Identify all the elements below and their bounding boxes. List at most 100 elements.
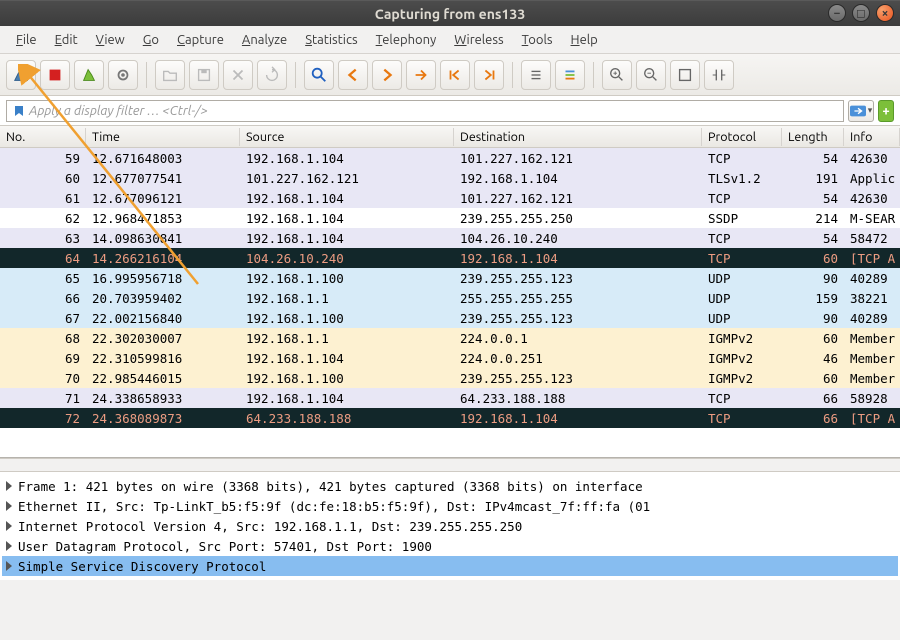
- packet-row[interactable]: 6516.995956718192.168.1.100239.255.255.1…: [0, 268, 900, 288]
- find-button[interactable]: [304, 60, 334, 90]
- detail-row[interactable]: Ethernet II, Src: Tp-LinkT_b5:f5:9f (dc:…: [2, 496, 898, 516]
- go-last-button[interactable]: [474, 60, 504, 90]
- col-header-source[interactable]: Source: [240, 128, 454, 146]
- go-to-packet-button[interactable]: [406, 60, 436, 90]
- first-icon: [446, 66, 464, 84]
- minimize-button[interactable]: −: [828, 4, 846, 22]
- resize-columns-button[interactable]: [704, 60, 734, 90]
- filter-add-button[interactable]: +: [878, 100, 894, 122]
- separator: [593, 62, 594, 88]
- chevron-right-icon: [378, 66, 396, 84]
- menubar: File Edit View Go Capture Analyze Statis…: [0, 26, 900, 54]
- zoom-in-icon: [608, 66, 626, 84]
- zoom-reset-icon: [676, 66, 694, 84]
- packet-row[interactable]: 5912.671648003192.168.1.104101.227.162.1…: [0, 148, 900, 168]
- col-header-destination[interactable]: Destination: [454, 128, 702, 146]
- autoscroll-icon: [527, 66, 545, 84]
- packet-row[interactable]: 6112.677096121192.168.1.104101.227.162.1…: [0, 188, 900, 208]
- gear-icon: [114, 66, 132, 84]
- menu-go[interactable]: Go: [135, 29, 167, 51]
- menu-telephony[interactable]: Telephony: [368, 29, 445, 51]
- go-forward-button[interactable]: [372, 60, 402, 90]
- detail-row[interactable]: Internet Protocol Version 4, Src: 192.16…: [2, 516, 898, 536]
- close-file-icon: [229, 66, 247, 84]
- resize-columns-icon: [710, 66, 728, 84]
- window-controls: − ◻ ×: [828, 4, 894, 22]
- packet-row[interactable]: 7022.985446015192.168.1.100239.255.255.1…: [0, 368, 900, 388]
- packet-row[interactable]: 6414.266216104104.26.10.240192.168.1.104…: [0, 248, 900, 268]
- titlebar: Capturing from ens133 − ◻ ×: [0, 0, 900, 26]
- colorize-icon: [561, 66, 579, 84]
- col-header-length[interactable]: Length: [782, 128, 844, 146]
- filter-expression-button[interactable]: ▾: [848, 100, 874, 122]
- stop-capture-button[interactable]: [40, 60, 70, 90]
- reload-icon: [263, 66, 281, 84]
- detail-row[interactable]: User Datagram Protocol, Src Port: 57401,…: [2, 536, 898, 556]
- menu-help[interactable]: Help: [563, 29, 606, 51]
- jump-icon: [412, 66, 430, 84]
- col-header-time[interactable]: Time: [86, 128, 240, 146]
- filter-bar: Apply a display filter … <Ctrl-/> ▾ +: [0, 96, 900, 126]
- restart-capture-button[interactable]: [74, 60, 104, 90]
- reload-button[interactable]: [257, 60, 287, 90]
- packet-details-pane[interactable]: Frame 1: 421 bytes on wire (3368 bits), …: [0, 472, 900, 580]
- menu-analyze[interactable]: Analyze: [234, 29, 295, 51]
- pane-splitter[interactable]: [0, 458, 900, 472]
- packet-list-header[interactable]: No. Time Source Destination Protocol Len…: [0, 126, 900, 148]
- toolbar: [0, 54, 900, 96]
- bookmark-icon: [13, 105, 25, 117]
- auto-scroll-button[interactable]: [521, 60, 551, 90]
- display-filter-input[interactable]: Apply a display filter … <Ctrl-/>: [6, 100, 844, 122]
- close-button[interactable]: ×: [876, 4, 894, 22]
- expand-triangle-icon[interactable]: [6, 481, 12, 491]
- colorize-button[interactable]: [555, 60, 585, 90]
- packet-row[interactable]: 6822.302030007192.168.1.1224.0.0.1IGMPv2…: [0, 328, 900, 348]
- folder-icon: [161, 66, 179, 84]
- packet-row[interactable]: 6012.677077541101.227.162.121192.168.1.1…: [0, 168, 900, 188]
- menu-statistics[interactable]: Statistics: [297, 29, 365, 51]
- packet-row[interactable]: 7224.36808987364.233.188.188192.168.1.10…: [0, 408, 900, 428]
- packet-row[interactable]: 6722.002156840192.168.1.100239.255.255.1…: [0, 308, 900, 328]
- menu-tools[interactable]: Tools: [514, 29, 561, 51]
- menu-file[interactable]: File: [8, 29, 45, 51]
- restart-icon: [80, 66, 98, 84]
- expand-triangle-icon[interactable]: [6, 521, 12, 531]
- zoom-out-icon: [642, 66, 660, 84]
- menu-wireless[interactable]: Wireless: [446, 29, 511, 51]
- packet-row[interactable]: 6212.968471853192.168.1.104239.255.255.2…: [0, 208, 900, 228]
- menu-view[interactable]: View: [88, 29, 133, 51]
- packet-row[interactable]: 6922.310599816192.168.1.104224.0.0.251IG…: [0, 348, 900, 368]
- zoom-reset-button[interactable]: [670, 60, 700, 90]
- expand-triangle-icon[interactable]: [6, 541, 12, 551]
- col-header-protocol[interactable]: Protocol: [702, 128, 782, 146]
- packet-list-pane: No. Time Source Destination Protocol Len…: [0, 126, 900, 458]
- maximize-button[interactable]: ◻: [852, 4, 870, 22]
- expand-triangle-icon[interactable]: [6, 561, 12, 571]
- zoom-in-button[interactable]: [602, 60, 632, 90]
- col-header-info[interactable]: Info: [844, 128, 900, 146]
- expand-triangle-icon[interactable]: [6, 501, 12, 511]
- packet-row[interactable]: 6314.098630841192.168.1.104104.26.10.240…: [0, 228, 900, 248]
- detail-row[interactable]: Simple Service Discovery Protocol: [2, 556, 898, 576]
- save-file-button[interactable]: [189, 60, 219, 90]
- separator: [512, 62, 513, 88]
- go-first-button[interactable]: [440, 60, 470, 90]
- last-icon: [480, 66, 498, 84]
- capture-options-button[interactable]: [108, 60, 138, 90]
- zoom-out-button[interactable]: [636, 60, 666, 90]
- packet-list-body[interactable]: 5912.671648003192.168.1.104101.227.162.1…: [0, 148, 900, 428]
- open-file-button[interactable]: [155, 60, 185, 90]
- packet-row[interactable]: 7124.338658933192.168.1.10464.233.188.18…: [0, 388, 900, 408]
- detail-row[interactable]: Frame 1: 421 bytes on wire (3368 bits), …: [2, 476, 898, 496]
- col-header-no[interactable]: No.: [0, 128, 86, 146]
- shark-fin-icon: [12, 66, 30, 84]
- go-back-button[interactable]: [338, 60, 368, 90]
- start-capture-button[interactable]: [6, 60, 36, 90]
- menu-capture[interactable]: Capture: [169, 29, 232, 51]
- close-file-button[interactable]: [223, 60, 253, 90]
- menu-edit[interactable]: Edit: [47, 29, 86, 51]
- separator: [295, 62, 296, 88]
- filter-placeholder: Apply a display filter … <Ctrl-/>: [29, 104, 208, 118]
- search-icon: [310, 66, 328, 84]
- packet-row[interactable]: 6620.703959402192.168.1.1255.255.255.255…: [0, 288, 900, 308]
